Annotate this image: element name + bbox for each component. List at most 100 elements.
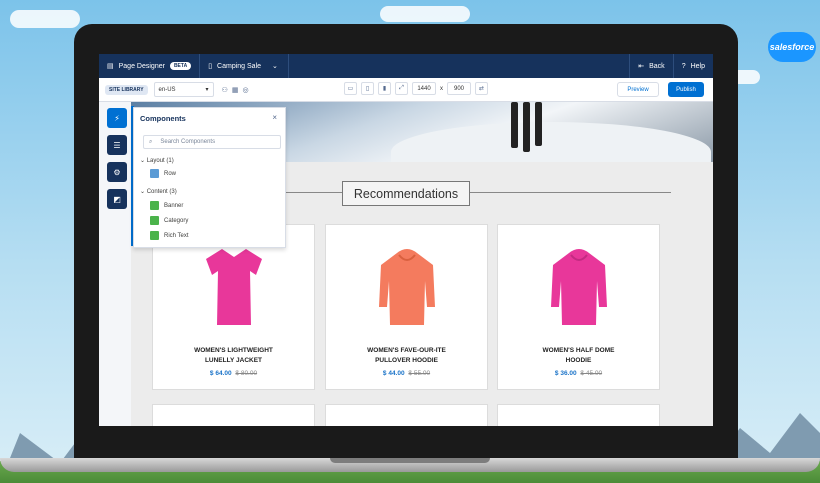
laptop-notch — [330, 458, 490, 463]
times-symbol: x — [440, 85, 443, 92]
back-label: Back — [649, 62, 665, 70]
sale-price: $ 36.00 — [554, 370, 577, 377]
product-name-line2: LUNELLY JACKET — [204, 357, 263, 364]
product-name-line1: WOMEN'S FAVE-OUR-ITE — [367, 347, 446, 354]
component-row[interactable]: Row — [150, 169, 176, 178]
beta-badge: BETA — [169, 62, 192, 70]
banner-icon — [150, 201, 159, 210]
row-icon — [150, 169, 159, 178]
locale-select[interactable]: en-US ▾ — [153, 82, 214, 97]
component-label: Category — [164, 217, 189, 224]
group-content-label: Content (3) — [146, 189, 177, 195]
back-arrow-icon: ⇤ — [638, 63, 645, 70]
product-name: WOMEN'S HALF DOME HOODIE — [498, 346, 659, 366]
cloud — [380, 6, 470, 22]
components-lightning-icon[interactable]: ⚡ — [107, 108, 127, 128]
component-rich-text[interactable]: Rich Text — [150, 231, 189, 240]
app-name: Page Designer — [118, 62, 165, 70]
layout-icon: ▤ — [107, 63, 114, 70]
fullscreen-icon[interactable]: ⤢ — [395, 82, 408, 95]
group-content-toggle[interactable]: ⌄ Content (3) — [140, 188, 177, 195]
sale-price: $ 64.00 — [209, 370, 232, 377]
sale-price: $ 44.00 — [382, 370, 405, 377]
people-icon[interactable]: ⚇ — [222, 86, 228, 94]
chevron-down-icon: ⌄ — [272, 63, 278, 70]
original-price: $ 55.00 — [408, 370, 431, 377]
component-label: Banner — [164, 202, 184, 209]
component-category[interactable]: Category — [150, 216, 188, 225]
components-panel: Components × ⌕ Search Components ⌄ Layou… — [133, 107, 286, 248]
product-card[interactable]: WOMEN'S LIGHTWEIGHT LUNELLY JACKET $ 64.… — [152, 224, 315, 390]
product-card[interactable]: WOMEN'S FAVE-OUR-ITE PULLOVER HOODIE $ 4… — [325, 224, 488, 390]
hiker-figure — [535, 102, 542, 146]
product-name-line2: HOODIE — [565, 357, 592, 364]
product-image — [550, 249, 607, 325]
group-layout-label: Layout (1) — [146, 158, 174, 164]
gear-icon[interactable]: ⚙ — [107, 162, 127, 182]
original-price: $ 45.00 — [580, 370, 603, 377]
chevron-down-icon: ▾ — [205, 87, 209, 93]
tablet-view-icon[interactable]: ▯ — [361, 82, 374, 95]
help-label: Help — [690, 62, 705, 70]
desktop-view-icon[interactable]: ▭ — [344, 82, 357, 95]
salesforce-logo: salesforce — [768, 32, 816, 62]
product-card[interactable] — [152, 404, 315, 426]
component-banner[interactable]: Banner — [150, 201, 183, 210]
chevron-down-icon: ⌄ — [140, 189, 146, 195]
preview-button[interactable]: Preview — [617, 82, 659, 97]
panel-title: Components — [140, 114, 186, 123]
site-library-button[interactable]: SITE LIBRARY — [105, 84, 148, 95]
cloud — [10, 10, 80, 28]
hiker-figure — [523, 102, 530, 152]
list-icon[interactable]: ☰ — [107, 135, 127, 155]
product-name: WOMEN'S FAVE-OUR-ITE PULLOVER HOODIE — [326, 346, 487, 366]
component-label: Rich Text — [164, 232, 189, 239]
divider-right — [470, 192, 671, 193]
hiker-figure — [511, 102, 518, 148]
help-button[interactable]: ? Help — [672, 54, 713, 78]
style-icon[interactable]: ◩ — [107, 189, 127, 209]
back-button[interactable]: ⇤ Back — [629, 54, 672, 78]
product-price: $ 44.00 $ 55.00 — [326, 370, 487, 377]
close-icon[interactable]: × — [272, 113, 277, 122]
top-nav: ▤ Page Designer BETA ▯ Camping Sale ⌄ ⇤ … — [99, 54, 713, 78]
calendar-icon[interactable]: ▦ — [232, 86, 239, 94]
app-switcher[interactable]: ▤ Page Designer BETA — [99, 54, 201, 78]
product-price: $ 36.00 $ 45.00 — [498, 370, 659, 377]
search-placeholder: Search Components — [160, 139, 216, 145]
product-image — [378, 249, 435, 325]
product-card[interactable] — [325, 404, 488, 426]
hero-snow — [391, 122, 711, 162]
product-name-line2: PULLOVER HOODIE — [375, 357, 438, 364]
product-card[interactable] — [497, 404, 660, 426]
rich-text-icon — [150, 231, 159, 240]
search-components-input[interactable]: ⌕ Search Components — [143, 135, 281, 149]
page-icon: ▯ — [208, 63, 213, 70]
product-name: WOMEN'S LIGHTWEIGHT LUNELLY JACKET — [153, 346, 314, 366]
category-icon — [150, 216, 159, 225]
original-price: $ 80.00 — [235, 370, 258, 377]
app-screen: ▤ Page Designer BETA ▯ Camping Sale ⌄ ⇤ … — [99, 54, 713, 426]
product-name-line1: WOMEN'S HALF DOME — [542, 347, 615, 354]
page-name: Camping Sale — [217, 62, 262, 70]
publish-button[interactable]: Publish — [668, 82, 704, 97]
component-label: Row — [164, 170, 177, 177]
product-name-line1: WOMEN'S LIGHTWEIGHT — [194, 347, 273, 354]
left-sidebar: ⚡ ☰ ⚙ ◩ — [99, 102, 134, 426]
phone-view-icon[interactable]: ▮ — [378, 82, 391, 95]
width-input[interactable]: 1440 — [412, 82, 436, 95]
product-image — [205, 249, 262, 325]
locale-value: en-US — [158, 86, 176, 93]
product-card[interactable]: WOMEN'S HALF DOME HOODIE $ 36.00 $ 45.00 — [497, 224, 660, 390]
rotate-icon[interactable]: ⇄ — [475, 82, 488, 95]
page-selector[interactable]: ▯ Camping Sale ⌄ — [200, 54, 289, 78]
group-layout-toggle[interactable]: ⌄ Layout (1) — [140, 157, 174, 164]
search-icon: ⌕ — [149, 138, 153, 145]
toolbar: SITE LIBRARY en-US ▾ ⚇ ▦ ◎ ▭ ▯ ▮ ⤢ 1440 … — [99, 78, 713, 102]
height-input[interactable]: 900 — [447, 82, 471, 95]
question-icon: ? — [681, 62, 686, 70]
section-title: Recommendations — [342, 181, 470, 206]
target-icon[interactable]: ◎ — [242, 86, 248, 94]
product-price: $ 64.00 $ 80.00 — [153, 370, 314, 377]
chevron-down-icon: ⌄ — [140, 158, 146, 164]
